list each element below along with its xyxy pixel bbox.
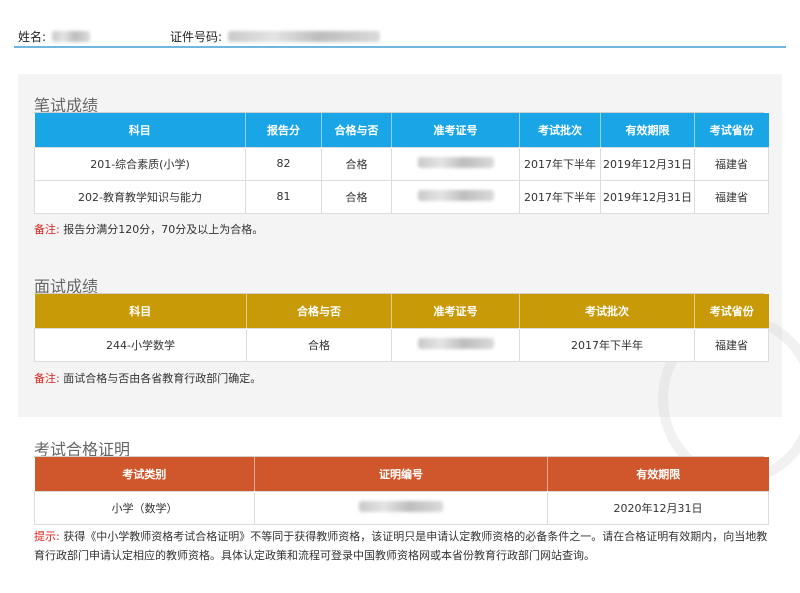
- col-province: 考试省份: [694, 294, 769, 328]
- col-valid: 有效期限: [547, 457, 769, 491]
- col-cert-number: 证明编号: [254, 457, 548, 491]
- cell-ticket-redacted: [391, 146, 520, 181]
- cell-province: 福建省: [694, 179, 769, 214]
- note-label: 备注:: [34, 372, 60, 385]
- col-ticket: 准考证号: [391, 113, 520, 147]
- cell-subject: 201-综合素质(小学): [34, 146, 246, 181]
- id-value-redacted: [228, 31, 381, 42]
- interview-note: 备注: 面试合格与否由各省教育行政部门确定。: [34, 370, 261, 386]
- cell-province: 福建省: [694, 327, 769, 362]
- table-header-row: 科目 合格与否 准考证号 考试批次 考试省份: [34, 294, 769, 328]
- id-label: 证件号码:: [170, 30, 223, 44]
- note-label: 备注:: [34, 223, 60, 236]
- tip-text: 获得《中小学教师资格考试合格证明》不等同于获得教师资格，该证明只是申请认定教师资…: [34, 530, 768, 562]
- cell-pass: 合格: [321, 179, 392, 214]
- cell-subject: 244-小学数学: [34, 327, 247, 362]
- col-score: 报告分: [245, 113, 322, 147]
- note-text: 面试合格与否由各省教育行政部门确定。: [63, 372, 262, 385]
- col-ticket: 准考证号: [391, 294, 520, 328]
- name-value-redacted: [52, 31, 91, 42]
- table-row: 202-教育教学知识与能力 81 合格 2017年下半年 2019年12月31日…: [34, 179, 769, 214]
- table-row: 201-综合素质(小学) 82 合格 2017年下半年 2019年12月31日 …: [34, 146, 769, 181]
- header-divider: [14, 46, 786, 48]
- cell-province: 福建省: [694, 146, 769, 181]
- cell-score: 81: [245, 179, 322, 214]
- cell-ticket-redacted: [391, 327, 520, 362]
- interview-scores-table: 科目 合格与否 准考证号 考试批次 考试省份 244-小学数学 合格 2017年…: [34, 294, 769, 362]
- cell-batch: 2017年下半年: [519, 179, 601, 214]
- cell-subject: 202-教育教学知识与能力: [34, 179, 246, 214]
- table-header-row: 考试类别 证明编号 有效期限: [34, 457, 769, 491]
- id-field: 证件号码:: [170, 28, 381, 45]
- cell-pass: 合格: [321, 146, 392, 181]
- col-subject: 科目: [34, 113, 246, 147]
- written-note: 备注: 报告分满分120分，70分及以上为合格。: [34, 221, 263, 237]
- col-pass: 合格与否: [246, 294, 392, 328]
- table-header-row: 科目 报告分 合格与否 准考证号 考试批次 有效期限 考试省份: [34, 113, 769, 147]
- cell-valid: 2019年12月31日: [600, 179, 695, 214]
- col-province: 考试省份: [694, 113, 769, 147]
- certificate-table: 考试类别 证明编号 有效期限 小学（数学） 2020年12月31日: [34, 457, 769, 525]
- col-batch: 考试批次: [519, 294, 695, 328]
- note-text: 报告分满分120分，70分及以上为合格。: [63, 223, 264, 236]
- table-row: 244-小学数学 合格 2017年下半年 福建省: [34, 327, 769, 362]
- cell-ticket-redacted: [391, 179, 520, 214]
- cell-cert-number-redacted: [254, 490, 548, 525]
- col-category: 考试类别: [34, 457, 255, 491]
- certificate-tip: 提示: 获得《中小学教师资格考试合格证明》不等同于获得教师资格，该证明只是申请认…: [34, 527, 774, 565]
- col-valid: 有效期限: [600, 113, 695, 147]
- col-batch: 考试批次: [519, 113, 601, 147]
- col-pass: 合格与否: [321, 113, 392, 147]
- cell-score: 82: [245, 146, 322, 181]
- written-scores-table: 科目 报告分 合格与否 准考证号 考试批次 有效期限 考试省份 201-综合素质…: [34, 113, 769, 214]
- cell-pass: 合格: [246, 327, 392, 362]
- name-field: 姓名:: [18, 28, 91, 45]
- cell-category: 小学（数学）: [34, 490, 255, 525]
- header-bar: 姓名: 证件号码:: [0, 0, 800, 51]
- tip-label: 提示:: [34, 530, 60, 543]
- col-subject: 科目: [34, 294, 247, 328]
- table-row: 小学（数学） 2020年12月31日: [34, 490, 769, 525]
- cell-batch: 2017年下半年: [519, 327, 695, 362]
- cell-valid: 2019年12月31日: [600, 146, 695, 181]
- cell-valid: 2020年12月31日: [547, 490, 769, 525]
- name-label: 姓名:: [18, 30, 47, 44]
- cell-batch: 2017年下半年: [519, 146, 601, 181]
